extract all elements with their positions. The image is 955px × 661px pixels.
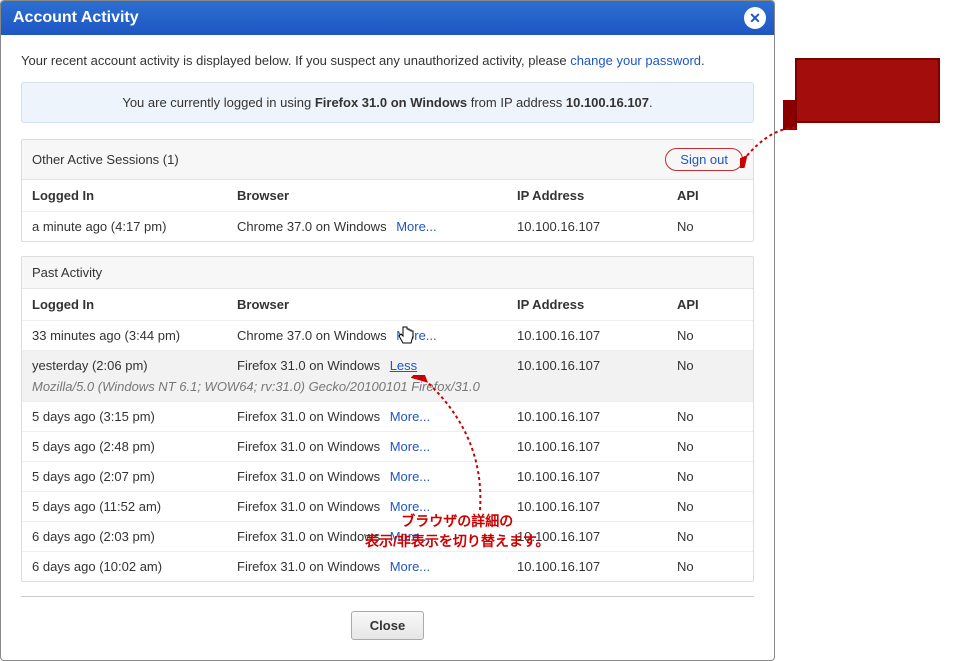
current-session-banner: You are currently logged in using Firefo… [21,82,754,123]
more-toggle-link[interactable]: More... [390,439,430,454]
cell-ip: 10.100.16.107 [517,469,677,484]
cell-api: No [677,219,737,234]
dialog-header: Account Activity ✕ [1,1,774,35]
banner-prefix: You are currently logged in using [122,95,314,110]
active-sessions-section: Other Active Sessions (1) Sign out Logge… [21,139,754,242]
cell-api: No [677,439,737,454]
sign-out-button[interactable]: Sign out [665,148,743,171]
annotation-block [795,58,940,123]
col-ip: IP Address [517,297,677,312]
close-icon[interactable]: ✕ [744,7,766,29]
table-row: yesterday (2:06 pm)Firefox 31.0 on Windo… [22,351,753,402]
col-browser: Browser [237,297,517,312]
cell-logged-in: a minute ago (4:17 pm) [32,219,237,234]
account-activity-dialog: Account Activity ✕ Your recent account a… [0,0,775,661]
more-toggle-link[interactable]: More... [390,409,430,424]
cell-api: No [677,358,737,373]
cell-browser: Firefox 31.0 on Windows More... [237,469,517,484]
cell-logged-in: 33 minutes ago (3:44 pm) [32,328,237,343]
past-table-head: Logged In Browser IP Address API [22,289,753,321]
table-row: 5 days ago (2:07 pm)Firefox 31.0 on Wind… [22,462,753,492]
cell-api: No [677,499,737,514]
cell-ip: 10.100.16.107 [517,439,677,454]
cell-ip: 10.100.16.107 [517,328,677,343]
col-ip: IP Address [517,188,677,203]
cell-ip: 10.100.16.107 [517,409,677,424]
banner-browser: Firefox 31.0 on Windows [315,95,467,110]
cell-ip: 10.100.16.107 [517,358,677,373]
active-sessions-title: Other Active Sessions (1) [32,152,179,167]
col-api: API [677,188,737,203]
cell-logged-in: 6 days ago (2:03 pm) [32,529,237,544]
intro-suffix: . [701,53,705,68]
cell-ip: 10.100.16.107 [517,219,677,234]
past-activity-head: Past Activity [22,257,753,289]
banner-ip: 10.100.16.107 [566,95,649,110]
active-table-head: Logged In Browser IP Address API [22,180,753,212]
cell-browser: Firefox 31.0 on Windows More... [237,559,517,574]
cell-ip: 10.100.16.107 [517,559,677,574]
cell-logged-in: 6 days ago (10:02 am) [32,559,237,574]
more-toggle-link[interactable]: More... [396,219,436,234]
close-button[interactable]: Close [351,611,424,640]
cell-api: No [677,409,737,424]
cell-api: No [677,559,737,574]
user-agent-detail: Mozilla/5.0 (Windows NT 6.1; WOW64; rv:3… [32,379,743,394]
table-row: 33 minutes ago (3:44 pm)Chrome 37.0 on W… [22,321,753,351]
col-api: API [677,297,737,312]
banner-suffix: . [649,95,653,110]
table-row: 5 days ago (2:48 pm)Firefox 31.0 on Wind… [22,432,753,462]
cell-logged-in: 5 days ago (11:52 am) [32,499,237,514]
cell-browser: Chrome 37.0 on Windows More... [237,328,517,343]
banner-mid: from IP address [467,95,566,110]
table-row: a minute ago (4:17 pm)Chrome 37.0 on Win… [22,212,753,241]
cell-browser: Chrome 37.0 on Windows More... [237,219,517,234]
change-password-link[interactable]: change your password [570,53,701,68]
more-toggle-link[interactable]: More... [396,328,436,343]
intro-text: Your recent account activity is displaye… [21,53,754,68]
annotation-text: ブラウザの詳細の 表示/非表示を切り替えます。 [365,512,550,551]
cell-logged-in: 5 days ago (2:48 pm) [32,439,237,454]
active-sessions-head: Other Active Sessions (1) Sign out [22,140,753,180]
dialog-title: Account Activity [13,9,139,26]
cell-browser: Firefox 31.0 on Windows More... [237,409,517,424]
cell-api: No [677,469,737,484]
col-logged-in: Logged In [32,297,237,312]
dialog-body: Your recent account activity is displaye… [1,35,774,660]
past-activity-title: Past Activity [32,265,102,280]
cell-logged-in: yesterday (2:06 pm) [32,358,237,373]
cell-api: No [677,529,737,544]
cell-browser: Firefox 31.0 on Windows More... [237,439,517,454]
more-toggle-link[interactable]: Less [390,358,417,373]
annotation-line1: ブラウザの詳細の [365,512,550,532]
table-row: 6 days ago (10:02 am)Firefox 31.0 on Win… [22,552,753,581]
col-browser: Browser [237,188,517,203]
more-toggle-link[interactable]: More... [390,559,430,574]
intro-prefix: Your recent account activity is displaye… [21,53,570,68]
table-row: 5 days ago (3:15 pm)Firefox 31.0 on Wind… [22,402,753,432]
footer-divider [21,596,754,597]
annotation-line2: 表示/非表示を切り替えます。 [365,532,550,552]
cell-browser: Firefox 31.0 on Windows Less [237,358,517,373]
cell-logged-in: 5 days ago (2:07 pm) [32,469,237,484]
col-logged-in: Logged In [32,188,237,203]
cell-logged-in: 5 days ago (3:15 pm) [32,409,237,424]
more-toggle-link[interactable]: More... [390,469,430,484]
cell-api: No [677,328,737,343]
